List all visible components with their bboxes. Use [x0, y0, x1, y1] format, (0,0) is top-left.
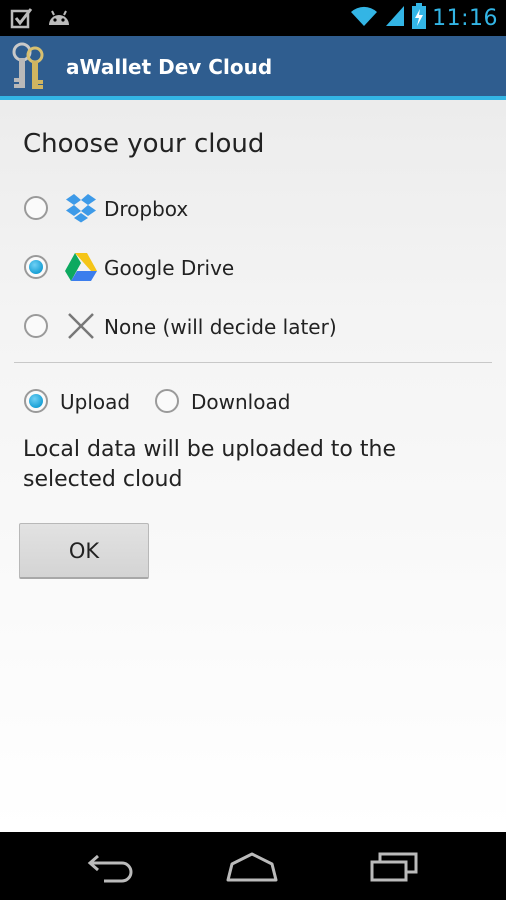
divider — [14, 362, 492, 363]
keys-icon[interactable] — [8, 42, 48, 94]
back-icon[interactable] — [82, 846, 142, 886]
recent-apps-icon[interactable] — [364, 846, 424, 886]
task-done-icon — [10, 6, 34, 35]
close-icon — [64, 309, 98, 343]
dropbox-icon — [64, 191, 98, 225]
google-drive-icon — [64, 250, 98, 284]
upload-label: Upload — [60, 390, 131, 414]
home-icon[interactable] — [222, 846, 282, 886]
none-label: None (will decide later) — [104, 315, 337, 339]
cloud-option-dropbox[interactable]: Dropbox — [0, 186, 506, 230]
signal-icon — [384, 4, 406, 33]
cloud-chooser-content: Choose your cloud Dropbox Google Drive N… — [0, 100, 506, 832]
download-radio[interactable] — [155, 389, 179, 413]
status-message: Local data will be uploaded to the selec… — [23, 437, 396, 492]
upload-option[interactable]: Upload — [24, 386, 144, 416]
action-bar: aWallet Dev Cloud — [0, 36, 506, 100]
wifi-icon — [350, 4, 378, 33]
cloud-option-none[interactable]: None (will decide later) — [0, 304, 506, 348]
page-title: Choose your cloud — [23, 129, 265, 159]
android-icon — [46, 7, 72, 34]
upload-radio[interactable] — [24, 389, 48, 413]
app-title: aWallet Dev Cloud — [66, 55, 273, 79]
ok-button[interactable]: OK — [19, 523, 149, 579]
dropbox-label: Dropbox — [104, 197, 189, 221]
dropbox-radio[interactable] — [24, 196, 48, 220]
none-radio[interactable] — [24, 314, 48, 338]
google-drive-radio[interactable] — [24, 255, 48, 279]
battery-charging-icon — [412, 3, 427, 34]
download-label: Download — [191, 390, 291, 414]
cloud-option-google-drive[interactable]: Google Drive — [0, 245, 506, 289]
nav-bar — [0, 832, 506, 900]
clock: 11:16 — [432, 6, 498, 31]
google-drive-label: Google Drive — [104, 256, 235, 280]
status-bar: 11:16 — [0, 0, 506, 36]
download-option[interactable]: Download — [155, 386, 305, 416]
